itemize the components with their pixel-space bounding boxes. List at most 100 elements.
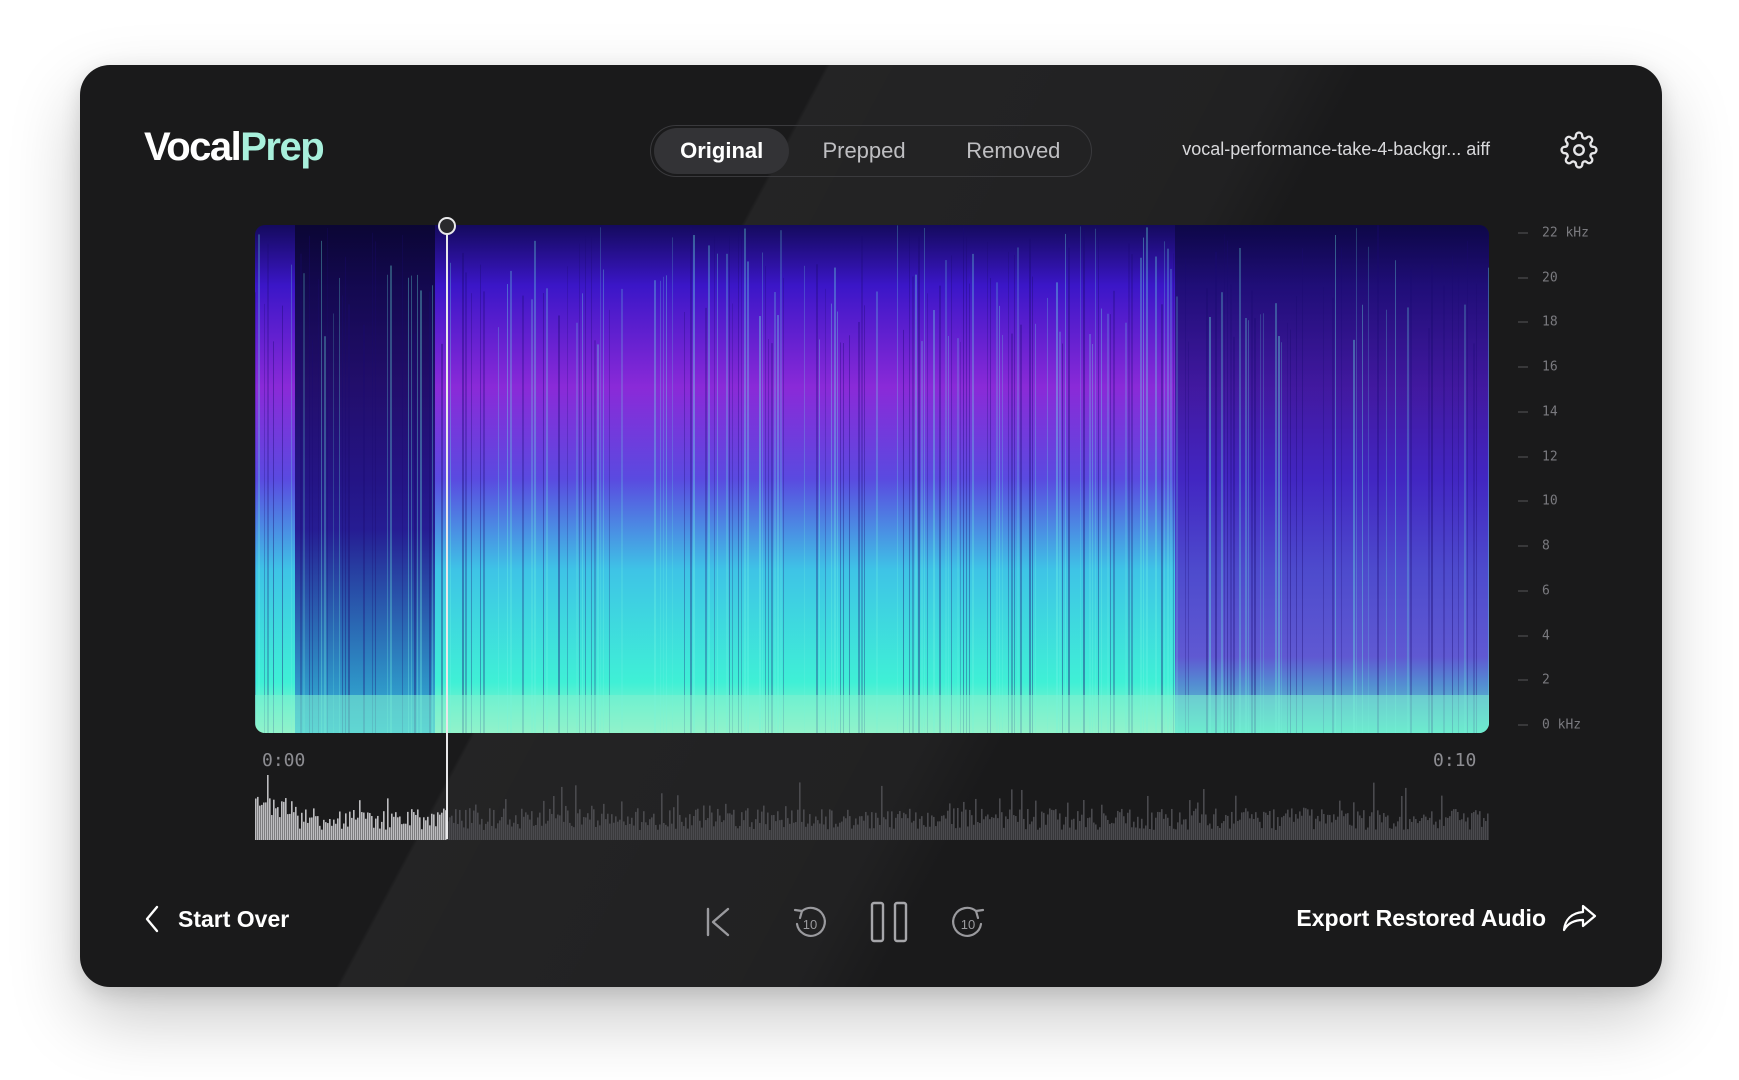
spectro-stripe [1224,234,1225,733]
start-over-label: Start Over [178,905,290,932]
waveform-bar [327,823,329,840]
waveform-bar [609,823,611,840]
waveform-bar [351,817,353,840]
freq-tick-label: 14 [1542,404,1558,420]
waveform-bar [1193,811,1195,840]
waveform-bar [1357,811,1359,840]
waveform-bar [555,818,557,840]
waveform-bar [1235,795,1237,840]
waveform-bar [311,817,313,840]
waveform[interactable] [255,775,1489,840]
waveform-bar [1209,823,1211,840]
waveform-bar [1005,816,1007,840]
spectro-stripe [510,270,512,733]
waveform-bar [395,812,397,840]
waveform-bar [271,815,273,840]
waveform-bar [897,814,899,840]
tab-prepped[interactable]: Prepped [789,128,938,174]
waveform-bar [995,814,997,840]
waveform-bar [1399,816,1401,840]
tab-original[interactable]: Original [654,128,790,174]
waveform-bar [343,823,345,840]
spectro-stripe [759,316,761,733]
rewind-button[interactable]: 10 [766,902,854,942]
waveform-bar [1165,814,1167,840]
waveform-bar [773,815,775,840]
waveform-bar [1343,816,1345,840]
playhead-handle[interactable] [438,217,456,235]
skip-to-start-button[interactable] [690,906,746,938]
waveform-bar [641,822,643,840]
freq-tick-label: 22 kHz [1542,225,1589,241]
waveform-bar [969,809,971,840]
waveform-bar [331,825,333,840]
spectro-stripe [897,225,898,733]
settings-button[interactable] [1560,131,1598,169]
waveform-bar [309,817,311,840]
spectro-stripe [927,293,928,733]
spectro-stripe [918,236,920,733]
waveform-bar [257,796,259,840]
waveform-bar [337,818,339,840]
waveform-bar [473,810,475,840]
spectro-stripe [480,264,481,733]
export-button[interactable]: Export Restored Audio [1296,903,1598,933]
waveform-bar [771,815,773,840]
waveform-bar [689,814,691,840]
spectro-stripe [1185,258,1186,733]
waveform-bar [613,822,615,840]
waveform-bar [1137,816,1139,840]
spectrogram[interactable] [255,225,1489,733]
waveform-bar [811,825,813,840]
waveform-bar [1351,825,1353,840]
waveform-bar [893,828,895,840]
spectro-stripe [861,236,863,733]
waveform-bar [863,820,865,840]
waveform-bar [887,811,889,840]
spectro-stripe [960,341,961,733]
waveform-bar [851,828,853,840]
waveform-bar [1033,816,1035,840]
pause-button[interactable] [854,900,924,944]
waveform-bar [1179,812,1181,840]
rewind-seconds: 10 [803,917,817,932]
spectro-stripe [840,342,841,733]
waveform-bar [1269,811,1271,840]
spectro-stripe [744,228,746,733]
waveform-bar [333,819,335,840]
waveform-bar [745,810,747,840]
waveform-bar [1449,816,1451,840]
start-over-button[interactable]: Start Over [144,905,289,933]
waveform-bar [947,810,949,840]
waveform-bar [1275,829,1277,840]
waveform-bar [805,826,807,840]
waveform-bar [569,822,571,840]
waveform-bar [427,816,429,840]
waveform-bar [701,827,703,840]
spectro-stripe [417,274,418,733]
tab-removed[interactable]: Removed [939,128,1088,174]
waveform-bar [685,817,687,840]
waveform-bar [911,822,913,840]
spectro-stripe [903,329,904,733]
waveform-bar [1061,829,1063,840]
waveform-bar [993,817,995,840]
waveform-bar [799,782,801,840]
waveform-bar [717,808,719,840]
waveform-bar [489,808,491,840]
forward-button[interactable]: 10 [924,902,1012,942]
waveform-bar [997,818,999,840]
freq-tick-dash [1518,232,1528,234]
spectro-stripe [684,311,685,733]
waveform-bar [421,829,423,840]
waveform-bar [563,821,565,840]
waveform-bar [883,817,885,840]
waveform-bar [643,811,645,840]
spectro-stripe [603,269,604,733]
waveform-bar [527,814,529,840]
spectro-stripe [1017,247,1019,733]
freq-tick-label: 20 [1542,270,1558,286]
spectro-stripe [1275,303,1277,733]
waveform-bar [1021,789,1023,840]
waveform-bar [693,816,695,840]
